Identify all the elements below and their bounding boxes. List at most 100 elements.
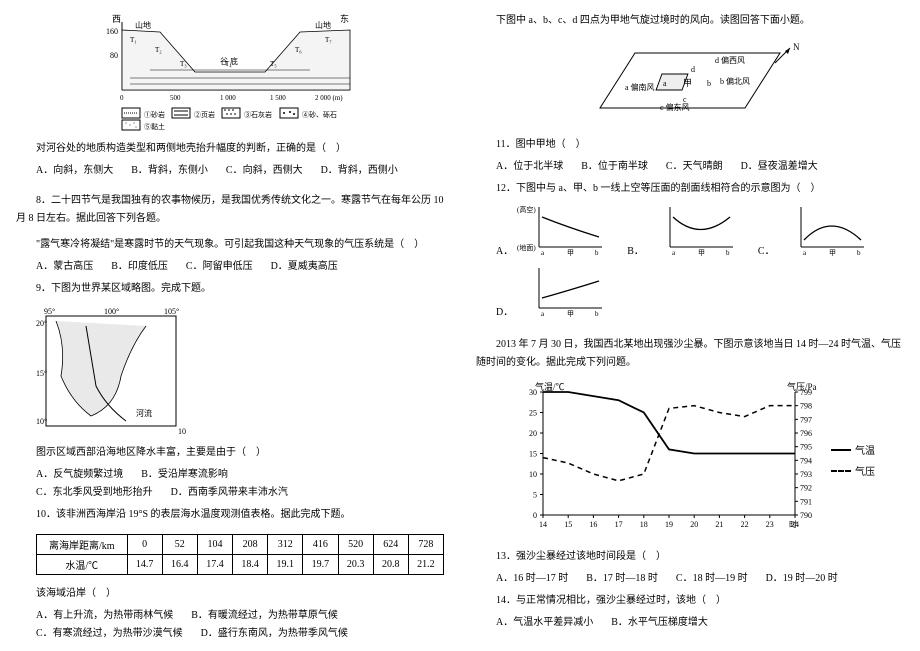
svg-text:792: 792 [800,484,812,493]
q10-table: 离海岸距离/km052104208312416520624728 水温/℃14.… [36,534,444,575]
q11-options: A．位于北半球B．位于南半球 C．天气晴朗D．昼夜温差增大 [496,158,904,176]
q9-stem: 9．下图为世界某区域略图。完成下题。 [16,280,444,298]
dust-chart: 0510152025307907917927937947957967977987… [476,380,904,540]
svg-text:15: 15 [564,520,572,529]
y-top: 160 [106,27,118,36]
q7-options: A．向斜，东侧大B．背斜，东侧小 C．向斜，西侧大D．背斜，西侧小 [36,162,444,180]
q9-options: A．反气旋频繁过境B．受沿岸寒流影响 [36,466,444,484]
svg-text:10: 10 [529,470,537,479]
svg-text:b: b [595,249,599,257]
svg-text:T₆: T₆ [295,46,302,54]
q14-options: A．气温水平差异减小B．水平气压梯度增大 [496,614,904,632]
svg-text:5: 5 [533,491,537,500]
svg-text:105°: 105° [178,427,186,436]
svg-text:T₃: T₃ [180,60,187,68]
svg-text:①砂岩: ①砂岩 [144,110,165,119]
svg-text:16: 16 [589,520,597,529]
svg-text:797: 797 [800,415,812,424]
svg-text:a: a [541,249,545,257]
svg-text:2 000 (m): 2 000 (m) [315,94,343,102]
svg-text:甲: 甲 [829,249,836,257]
svg-text:23: 23 [766,520,774,529]
q12-stem: 12．下图中与 a、甲、b 一线上空等压面的剖面线相符合的示意图为（ ） [476,180,904,198]
svg-text:b 偏北风: b 偏北风 [720,76,750,86]
left-column: 西 东 160 80 T₁ T₂ T₃ T₄ T₅ T₆ T₇ 山地 谷 底 [0,0,460,651]
svg-text:14: 14 [539,520,547,529]
y-mid: 80 [110,51,118,60]
svg-text:③石灰岩: ③石灰岩 [244,110,272,119]
svg-text:时: 时 [789,519,797,529]
map-figure: 95° 100° 105° 20° 15° 10° 河流 105° [36,306,444,436]
svg-text:a: a [663,79,667,88]
svg-text:T₁: T₁ [130,36,137,44]
wind-figure: 甲 a b c d d 偏西风 b 偏北风 a 偏南风 c 偏东风 N [476,38,904,128]
svg-text:④砂、砾石: ④砂、砾石 [302,110,337,119]
svg-text:气温/℃: 气温/℃ [535,381,565,392]
svg-text:22: 22 [741,520,749,529]
svg-text:20°: 20° [36,319,47,328]
q11-stem: 11．图中甲地（ ） [476,136,904,154]
svg-text:c 偏东风: c 偏东风 [660,102,690,112]
q10-sub: 该海域沿岸（ ） [16,585,444,603]
svg-text:20: 20 [690,520,698,529]
q8-options: A．蒙古高压B．印度低压 C．阿留申低压D．夏威夷高压 [36,258,444,276]
svg-text:N: N [793,42,800,52]
svg-text:20: 20 [529,429,537,438]
svg-text:b: b [595,310,599,318]
svg-text:790: 790 [800,511,812,520]
svg-text:798: 798 [800,402,812,411]
svg-text:17: 17 [615,520,623,529]
svg-text:②页岩: ②页岩 [194,110,215,119]
svg-text:T₂: T₂ [155,46,162,54]
svg-text:a 偏南风: a 偏南风 [625,82,655,92]
svg-text:0: 0 [120,94,124,102]
svg-text:795: 795 [800,443,812,452]
q7-stem: 对河谷处的地质构造类型和两侧地壳抬升幅度的判断，正确的是（ ） [16,140,444,158]
svg-text:1 500: 1 500 [270,94,286,102]
q9-sub: 图示区域西部沿海地区降水丰富，主要是由于（ ） [16,444,444,462]
dust-intro: 2013 年 7 月 30 日，我国西北某地出现强沙尘暴。下图示意该地当日 14… [476,336,904,372]
q12-mini-charts: A． (高空) (地面) a 甲 b B． a 甲 b C． [496,202,904,318]
label-east: 东 [340,13,349,24]
svg-text:15°: 15° [36,369,47,378]
svg-text:10°: 10° [36,417,47,426]
svg-text:15: 15 [529,450,537,459]
q13-stem: 13．强沙尘暴经过该地时间段是（ ） [476,548,904,566]
svg-text:甲: 甲 [567,310,574,318]
svg-text:21: 21 [715,520,723,529]
label-west: 西 [112,14,121,24]
svg-text:25: 25 [529,409,537,418]
right-column: 下图中 a、b、c、d 四点为甲地气旋过境时的风向。读图回答下面小题。 甲 a … [460,0,920,651]
svg-text:95°: 95° [44,307,55,316]
svg-text:a: a [672,249,676,257]
svg-text:18: 18 [640,520,648,529]
q8-stem: "露气寒冷将凝结"是寒露时节的天气现象。可引起我国这种天气现象的气压系统是（ ） [16,236,444,254]
svg-text:T₅: T₅ [270,60,277,68]
svg-text:a: a [541,310,545,318]
svg-text:794: 794 [800,456,812,465]
q14-stem: 14．与正常情况相比，强沙尘暴经过时，该地（ ） [476,592,904,610]
svg-text:100°: 100° [104,307,119,316]
svg-text:a: a [803,249,807,257]
svg-text:500: 500 [170,94,181,102]
svg-text:T₇: T₇ [325,36,332,44]
q13-options: A．16 时—17 时B．17 时—18 时 C．18 时—19 时D．19 时… [496,570,904,588]
q10-stem: 10．该非洲西海岸沿 19°S 的表层海水温度观测值表格。据此完成下题。 [16,506,444,524]
svg-text:d: d [691,65,695,74]
svg-text:甲: 甲 [567,249,574,257]
svg-text:b: b [707,79,711,88]
q10-options: A．有上升流，为热带雨林气候B．有暖流经过，为热带草原气候 [36,607,444,625]
svg-text:0: 0 [533,511,537,520]
svg-text:山地: 山地 [135,20,151,30]
svg-text:气压/Pa: 气压/Pa [787,381,817,392]
svg-text:791: 791 [800,497,812,506]
svg-text:(地面): (地面) [517,243,536,252]
q8-intro: 8．二十四节气是我国独有的农事物候历，是我国优秀传统文化之一。寒露节气在每年公历… [16,192,444,228]
svg-text:19: 19 [665,520,673,529]
valley-figure: 西 东 160 80 T₁ T₂ T₃ T₄ T₅ T₆ T₇ 山地 谷 底 [16,12,444,132]
svg-text:1 000: 1 000 [220,94,236,102]
svg-text:谷 底: 谷 底 [220,56,238,66]
svg-text:105°: 105° [164,307,179,316]
svg-text:(高空): (高空) [517,205,536,214]
wind-intro: 下图中 a、b、c、d 四点为甲地气旋过境时的风向。读图回答下面小题。 [476,12,904,30]
